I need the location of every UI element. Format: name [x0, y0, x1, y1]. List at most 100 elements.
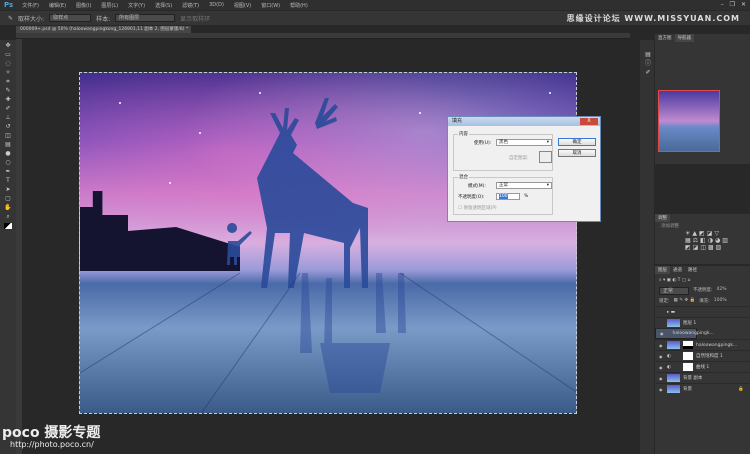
document-tab[interactable]: 000009+.psd @ 50% (haloowangpingkong_126…	[16, 26, 191, 33]
menu-image[interactable]: 图像(I)	[71, 2, 96, 9]
add-adjustment-label: 添加调整	[661, 224, 679, 229]
lock-icons[interactable]: ▦ ✎ ✥ 🔒	[674, 298, 696, 304]
layer-mask	[683, 363, 693, 371]
marquee-tool-icon[interactable]: ▭	[4, 52, 12, 58]
ok-button[interactable]: 确定	[558, 138, 596, 146]
lasso-tool-icon[interactable]: ◌	[4, 61, 12, 67]
menu-edit[interactable]: 编辑(E)	[44, 2, 71, 9]
preserve-transparency-checkbox[interactable]: ☐ 保留透明区域(P)	[458, 205, 497, 211]
toolbar: ✥ ▭ ◌ ✧ ⌗ ✎ ✚ ✐ ⊥ ↺ ◫ ▤ ● ○ ✒ T ➤ ▢ ✋ ⌕	[0, 40, 16, 454]
cancel-button[interactable]: 取消	[558, 149, 596, 157]
layer-row[interactable]: ◉ 背景 🔒	[655, 383, 750, 394]
menu-3d[interactable]: 3D(D)	[204, 2, 229, 8]
tab-navigator[interactable]: 导航器	[674, 34, 694, 42]
pen-tool-icon[interactable]: ✒	[4, 169, 12, 175]
dodge-tool-icon[interactable]: ○	[4, 160, 12, 166]
sample-select[interactable]: 所有图层	[115, 14, 176, 22]
layer-group[interactable]: ▸ ▬	[655, 306, 750, 317]
tab-channels[interactable]: 通道	[670, 266, 685, 274]
hand-tool-icon[interactable]: ✋	[4, 205, 12, 211]
menu-select[interactable]: 选择(S)	[150, 2, 177, 9]
sample-size-label: 取样大小:	[18, 15, 45, 23]
layer-row[interactable]: ◉ ◐ 曲线 1	[655, 361, 750, 372]
adjustment-icon: ◐	[667, 353, 671, 359]
navigator-panel: 直方图 导航器	[655, 34, 750, 164]
menu-file[interactable]: 文件(F)	[17, 2, 44, 9]
eye-icon[interactable]: ◉	[659, 354, 664, 359]
path-select-icon[interactable]: ➤	[4, 187, 12, 193]
layer-thumbnail	[667, 385, 680, 393]
navigator-thumbnail[interactable]	[658, 90, 720, 152]
layer-name: 背景	[683, 387, 692, 392]
tab-layers[interactable]: 图层	[655, 266, 670, 274]
tab-paths[interactable]: 路径	[685, 266, 700, 274]
info-panel-icon[interactable]: ⓘ	[644, 61, 652, 67]
layer-row[interactable]: 图层 1	[655, 317, 750, 328]
menu-window[interactable]: 窗口(W)	[256, 2, 285, 9]
fill-dialog: 填充 X 内容 使用(U): 黑色 ▾ 自定图案: 混合 模式(M): 正常 ▾ 不…	[447, 116, 601, 222]
layer-name: 曲线 1	[696, 365, 710, 370]
preserve-label: 保留透明区域(P)	[463, 206, 497, 211]
type-tool-icon[interactable]: T	[4, 178, 12, 184]
menu-layer[interactable]: 图层(L)	[96, 2, 123, 9]
percent-label: %	[524, 194, 529, 199]
layer-filter-row[interactable]: ⌕ ▾ ▣ ◐ T ▢ ⌂	[655, 274, 750, 286]
gradient-tool-icon[interactable]: ▤	[4, 142, 12, 148]
pattern-picker[interactable]	[539, 151, 552, 163]
stamp-tool-icon[interactable]: ⊥	[4, 115, 12, 121]
blend-mode-select[interactable]: 正常	[659, 287, 689, 295]
use-select[interactable]: 黑色 ▾	[496, 139, 552, 146]
eyedropper-tool-icon[interactable]: ✎	[4, 88, 12, 94]
opacity-input[interactable]: 100	[496, 193, 520, 200]
layer-thumbnail	[667, 319, 680, 327]
menu-type[interactable]: 文字(Y)	[123, 2, 150, 9]
content-group: 内容 使用(U): 黑色 ▾ 自定图案:	[453, 131, 553, 171]
blur-tool-icon[interactable]: ●	[4, 151, 12, 157]
layer-mask	[683, 341, 693, 349]
lock-label: 锁定:	[659, 299, 670, 304]
brush-panel-icon[interactable]: ✐	[644, 70, 652, 76]
shape-tool-icon[interactable]: ▢	[4, 196, 12, 202]
zoom-tool-icon[interactable]: ⌕	[4, 214, 12, 220]
tab-histogram[interactable]: 直方图	[655, 34, 675, 42]
eye-icon[interactable]: ◉	[660, 330, 664, 337]
eraser-tool-icon[interactable]: ◫	[4, 133, 12, 139]
layer-opacity[interactable]: 42%	[717, 287, 727, 295]
menu-help[interactable]: 帮助(H)	[285, 2, 313, 9]
history-brush-icon[interactable]: ↺	[4, 124, 12, 130]
lock-row: 锁定: ▦ ✎ ✥ 🔒 填充: 100%	[655, 296, 750, 306]
restore-icon[interactable]: ❐	[730, 1, 735, 8]
dialog-close-button[interactable]: X	[580, 118, 598, 125]
menu-filter[interactable]: 滤镜(T)	[177, 2, 204, 9]
move-tool-icon[interactable]: ✥	[4, 43, 12, 49]
menu-view[interactable]: 视图(V)	[229, 2, 256, 9]
layer-fill[interactable]: 100%	[714, 298, 727, 304]
mode-select[interactable]: 正常 ▾	[496, 182, 552, 189]
color-swatches-icon[interactable]	[4, 223, 12, 229]
eye-icon[interactable]: ◉	[659, 365, 664, 370]
eye-icon[interactable]: ◉	[659, 387, 664, 392]
layer-row[interactable]: ◉ haloowangpingk...	[655, 328, 714, 339]
healing-tool-icon[interactable]: ✚	[4, 97, 12, 103]
layers-panel: 图层 通道 路径 ⌕ ▾ ▣ ◐ T ▢ ⌂ 正常 不透明度: 42% 锁定: ▦ ✎…	[655, 266, 750, 454]
opacity-label: 不透明度:	[693, 288, 713, 293]
close-icon[interactable]: ✕	[741, 1, 746, 8]
use-label: 使用(U):	[474, 141, 492, 146]
layer-row[interactable]: ◉ haloowangpingk...	[655, 339, 750, 350]
adjustment-icons[interactable]: ☀▲◩◪▽ ▦⚖◧◑◕▥ ◩◪◫▩▨	[655, 230, 750, 251]
layer-name: 背景 副本	[683, 376, 703, 381]
history-panel-icon[interactable]: ▤	[644, 52, 652, 58]
layer-row[interactable]: ◉ ◐ 自然饱和度 1	[655, 350, 750, 361]
adjustment-icon: ◐	[667, 364, 671, 370]
blending-group: 混合 模式(M): 正常 ▾ 不透明度(O): 100 % ☐ 保留透明区域(P)	[453, 174, 553, 215]
eye-icon[interactable]: ◉	[659, 343, 664, 348]
quick-select-icon[interactable]: ✧	[4, 70, 12, 76]
crop-tool-icon[interactable]: ⌗	[4, 79, 12, 85]
brush-tool-icon[interactable]: ✐	[4, 106, 12, 112]
eyedropper-icon[interactable]: ✎	[8, 15, 13, 22]
eye-icon[interactable]: ◉	[659, 376, 664, 381]
sample-size-select[interactable]: 取样点	[49, 14, 92, 22]
show-ring-checkbox[interactable]: 显示取样环	[180, 14, 210, 23]
layer-row[interactable]: ◉ 背景 副本	[655, 372, 750, 383]
minimize-icon[interactable]: –	[721, 1, 724, 8]
